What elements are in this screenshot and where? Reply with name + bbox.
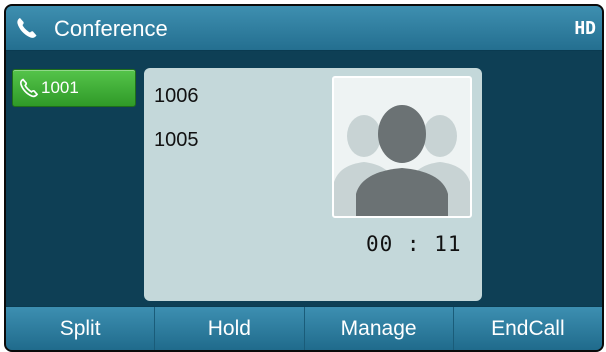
hold-button[interactable]: Hold [155, 307, 305, 350]
call-info-panel: 1006 1005 00 : 11 [144, 68, 482, 301]
phone-handset-icon [14, 15, 40, 41]
end-call-button[interactable]: EndCall [454, 307, 602, 350]
page-title: Conference [54, 16, 168, 41]
phone-handset-icon [18, 77, 40, 99]
title-bar: Conference HD [6, 6, 602, 51]
line-key-label: 1001 [41, 78, 79, 97]
hd-badge: HD [574, 18, 596, 39]
split-button[interactable]: Split [6, 307, 156, 350]
participant-number: 1006 [154, 85, 199, 107]
conference-contacts-icon [332, 76, 472, 218]
softkey-bar: Split Hold Manage EndCall [6, 306, 602, 350]
participant-number: 1005 [154, 129, 199, 151]
call-duration: 00 : 11 [366, 232, 462, 256]
line-key-1001[interactable]: 1001 [12, 69, 136, 107]
phone-screen: Conference HD 1001 1006 1005 00: 11 Spl… [4, 4, 604, 352]
manage-button[interactable]: Manage [305, 307, 454, 350]
